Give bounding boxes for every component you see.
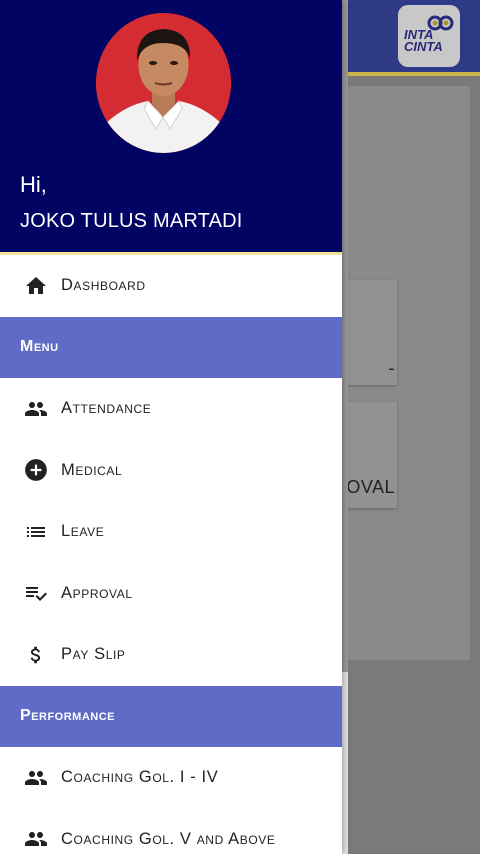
- nav-item-pay-slip[interactable]: Pay Slip: [0, 624, 342, 686]
- section-title: Menu: [20, 338, 59, 356]
- people-icon: [22, 825, 50, 853]
- nav-item-dashboard[interactable]: Dashboard: [0, 255, 342, 317]
- app-logo: INTA CINTA: [398, 5, 460, 67]
- nav-item-label: Pay Slip: [61, 645, 126, 664]
- drawer-scrollbar-thumb[interactable]: [342, 0, 348, 672]
- nav-item-leave[interactable]: Leave: [0, 501, 342, 563]
- nav-item-label: Coaching Gol. V and Above: [61, 829, 276, 848]
- checklist-icon: [22, 579, 50, 607]
- nav-item-label: Coaching Gol. I - IV: [61, 768, 219, 787]
- greeting-text: Hi,: [20, 172, 47, 197]
- people-icon: [22, 395, 50, 423]
- navigation-drawer: Hi, JOKO TULUS MARTADI Dashboard Menu At…: [0, 0, 342, 854]
- logo-text: INTA CINTA: [404, 27, 443, 54]
- nav-item-coaching-gol-v-above[interactable]: Coaching Gol. V and Above: [0, 808, 342, 854]
- section-header-menu: Menu: [0, 316, 342, 378]
- people-icon: [22, 764, 50, 792]
- section-header-performance: Performance: [0, 685, 342, 747]
- nav-item-approval[interactable]: Approval: [0, 562, 342, 624]
- plus-circle-icon: [22, 456, 50, 484]
- list-icon: [22, 518, 50, 546]
- nav-item-label: Attendance: [61, 399, 152, 418]
- section-title: Performance: [20, 707, 116, 725]
- nav-item-label: Approval: [61, 583, 133, 602]
- profile-photo: [96, 13, 231, 153]
- background-card-text: OVAL: [346, 477, 395, 497]
- nav-item-coaching-gol-i-iv[interactable]: Coaching Gol. I - IV: [0, 747, 342, 809]
- background-card-text: -: [388, 358, 395, 378]
- user-name: JOKO TULUS MARTADI: [20, 210, 243, 232]
- nav-item-label: Medical: [61, 460, 123, 479]
- drawer-header: Hi, JOKO TULUS MARTADI: [0, 0, 342, 255]
- nav-item-label: Dashboard: [61, 276, 146, 295]
- avatar[interactable]: [96, 13, 231, 153]
- nav-item-label: Leave: [61, 522, 105, 541]
- home-icon: [22, 272, 50, 300]
- dollar-icon: [22, 641, 50, 669]
- nav-item-attendance[interactable]: Attendance: [0, 378, 342, 440]
- nav-item-medical[interactable]: Medical: [0, 439, 342, 501]
